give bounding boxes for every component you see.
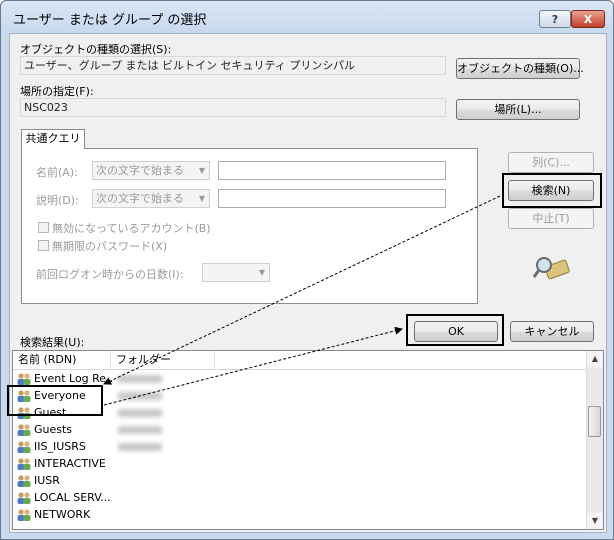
object-types-button[interactable]: オブジェクトの種類(O)...: [456, 58, 584, 79]
scroll-down-arrow-icon[interactable]: ▼: [587, 513, 603, 529]
description-label: 説明(D):: [36, 194, 79, 207]
title-bar: ユーザー または グループ の選択 ? X: [1, 1, 613, 33]
table-row[interactable]: INTERACTIVE: [13, 456, 591, 473]
group-icon: [16, 508, 32, 522]
table-row[interactable]: IUSR: [13, 473, 591, 490]
window-title: ユーザー または グループ の選択: [13, 13, 207, 28]
row-name: NETWORK: [34, 508, 91, 521]
query-panel: 名前(A): 次の文字で始まる ▼ 説明(D): 次の文字で始まる ▼ 無効にな…: [21, 148, 478, 304]
days-since-logon-select[interactable]: ▼: [202, 263, 270, 282]
location-label: 場所の指定(F):: [20, 85, 94, 98]
name-input[interactable]: [218, 161, 446, 180]
dialog-client: オブジェクトの種類の選択(S): ユーザー、グループ または ビルトイン セキュ…: [7, 33, 607, 533]
object-types-field: ユーザー、グループ または ビルトイン セキュリティ プリンシパル: [20, 56, 446, 75]
description-mode-value: 次の文字で始まる: [96, 192, 184, 205]
days-since-logon-label: 前回ログオン時からの日数(I):: [36, 268, 184, 281]
group-icon: [16, 474, 32, 488]
results-label: 検索結果(U):: [20, 336, 85, 349]
name-label: 名前(A):: [36, 166, 78, 179]
group-icon: [16, 440, 32, 454]
table-row[interactable]: Guests: [13, 422, 591, 439]
group-icon: [16, 372, 32, 386]
help-button[interactable]: ?: [539, 10, 571, 28]
search-highlight-box: [502, 173, 602, 208]
column-header-folder[interactable]: フォルダー: [111, 351, 215, 369]
table-row[interactable]: LOCAL SERV...: [13, 490, 591, 507]
name-mode-select[interactable]: 次の文字で始まる ▼: [92, 161, 210, 180]
row-folder-redacted: [118, 443, 162, 451]
location-field: NSC023: [20, 98, 446, 117]
chevron-down-icon: ▼: [258, 268, 265, 277]
close-button[interactable]: X: [571, 10, 605, 28]
row-name: Guests: [34, 423, 73, 436]
chevron-down-icon: ▼: [198, 194, 205, 203]
row-folder-redacted: [118, 426, 162, 434]
description-input[interactable]: [218, 189, 446, 208]
table-row[interactable]: NETWORK: [13, 507, 591, 524]
results-scrollbar[interactable]: ▲ ▼: [586, 351, 603, 529]
group-icon: [16, 423, 32, 437]
row-name: IUSR: [34, 474, 60, 487]
row-name: IIS_IUSRS: [34, 440, 86, 453]
object-types-label: オブジェクトの種類の選択(S):: [20, 43, 172, 56]
name-mode-value: 次の文字で始まる: [96, 164, 184, 177]
search-magnifier-icon: [532, 257, 570, 280]
row-folder-redacted: [118, 409, 162, 417]
results-list: 名前 (RDN) フォルダー Event Log Re... Everyone Gu…: [12, 350, 604, 530]
stop-button[interactable]: 中止(T): [508, 208, 594, 229]
group-icon: [16, 491, 32, 505]
results-header: 名前 (RDN) フォルダー: [13, 351, 591, 370]
column-header-name[interactable]: 名前 (RDN): [13, 351, 111, 369]
row-folder-redacted: [118, 392, 162, 400]
columns-button[interactable]: 列(C)...: [508, 152, 594, 173]
group-icon: [16, 457, 32, 471]
row-name: LOCAL SERV...: [34, 491, 111, 504]
scroll-up-arrow-icon[interactable]: ▲: [587, 351, 603, 367]
cancel-button[interactable]: キャンセル: [510, 321, 594, 342]
everyone-highlight-box: [7, 385, 103, 416]
row-name: Event Log Re...: [34, 372, 114, 385]
table-row[interactable]: IIS_IUSRS: [13, 439, 591, 456]
location-button[interactable]: 場所(L)...: [456, 99, 580, 120]
row-name: INTERACTIVE: [34, 457, 106, 470]
disabled-accounts-checkbox[interactable]: [38, 222, 49, 233]
no-expire-password-checkbox[interactable]: [38, 240, 49, 251]
no-expire-password-label: 無期限のパスワード(X): [52, 240, 168, 253]
tab-common-query[interactable]: 共通クエリ: [21, 129, 85, 149]
chevron-down-icon: ▼: [198, 166, 205, 175]
disabled-accounts-label: 無効になっているアカウント(B): [52, 222, 211, 235]
row-folder-redacted: [118, 375, 162, 383]
description-mode-select[interactable]: 次の文字で始まる ▼: [92, 189, 210, 208]
dialog-window: ユーザー または グループ の選択 ? X オブジェクトの種類の選択(S): ユ…: [0, 0, 614, 540]
ok-highlight-box: [406, 314, 504, 346]
scrollbar-thumb[interactable]: [588, 406, 601, 437]
